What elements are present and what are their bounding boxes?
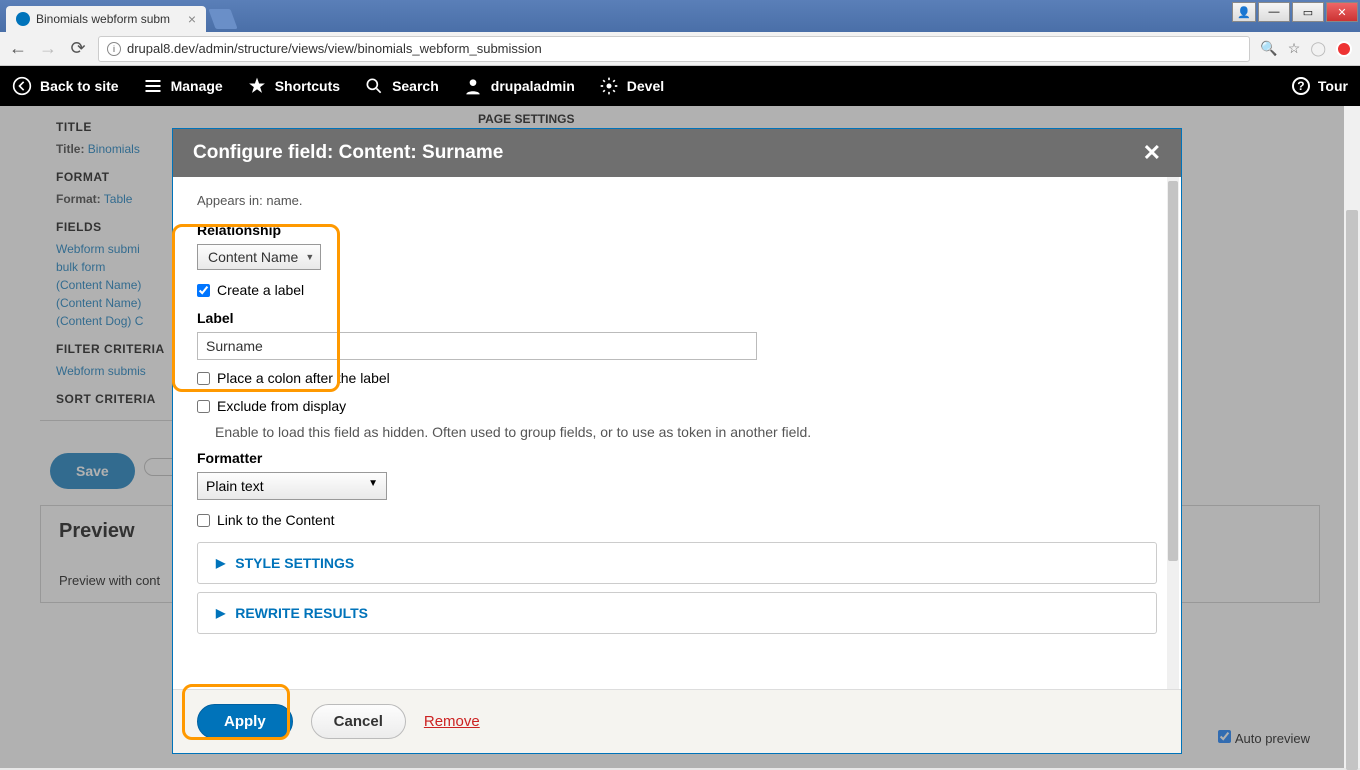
omnibox-icons: 🔍 ☆ ◯ xyxy=(1260,40,1352,57)
browser-tab-strip: Binomials webform subm × xyxy=(0,0,1360,32)
remove-link[interactable]: Remove xyxy=(424,713,480,730)
drupal-toolbar: Back to site Manage Shortcuts Search dru… xyxy=(0,66,1360,106)
search-icon xyxy=(364,76,384,96)
style-settings-fieldset[interactable]: ▶ STYLE SETTINGS xyxy=(197,542,1157,584)
place-colon-checkbox[interactable] xyxy=(197,372,210,385)
formatter-label: Formatter xyxy=(197,450,1157,472)
user-icon xyxy=(463,76,483,96)
exclude-checkbox[interactable] xyxy=(197,400,210,413)
browser-url-bar: ← → ⟳ i drupal8.dev/admin/structure/view… xyxy=(0,32,1360,66)
toolbar-shortcuts[interactable]: Shortcuts xyxy=(247,76,340,96)
label-label: Label xyxy=(197,304,1157,332)
question-icon: ? xyxy=(1292,77,1310,95)
bookmark-star-icon[interactable]: ☆ xyxy=(1288,40,1301,57)
rewrite-results-fieldset[interactable]: ▶ REWRITE RESULTS xyxy=(197,592,1157,634)
link-content-checkbox[interactable] xyxy=(197,514,210,527)
window-close-button[interactable]: ✕ xyxy=(1326,2,1358,22)
toolbar-back-to-site[interactable]: Back to site xyxy=(12,76,119,96)
adblock-icon[interactable] xyxy=(1336,41,1352,57)
url-text: drupal8.dev/admin/structure/views/view/b… xyxy=(127,41,542,56)
window-app-button[interactable]: 👤 xyxy=(1232,2,1256,22)
new-tab-button[interactable] xyxy=(208,9,237,29)
configure-field-modal: Configure field: Content: Surname ✕ Appe… xyxy=(172,128,1182,754)
forward-icon: → xyxy=(38,39,58,59)
toolbar-search[interactable]: Search xyxy=(364,76,439,96)
hamburger-icon xyxy=(143,76,163,96)
site-info-icon[interactable]: i xyxy=(107,42,121,56)
reload-icon[interactable]: ⟳ xyxy=(68,39,88,59)
cancel-button[interactable]: Cancel xyxy=(311,704,406,739)
tab-close-icon[interactable]: × xyxy=(188,11,196,27)
relationship-label: Relationship xyxy=(197,222,1157,244)
triangle-right-icon: ▶ xyxy=(216,556,225,570)
exclude-text: Exclude from display xyxy=(217,398,346,414)
extension-icon[interactable]: ◯ xyxy=(1310,40,1326,57)
toolbar-devel[interactable]: Devel xyxy=(599,76,664,96)
back-icon[interactable]: ← xyxy=(8,39,28,59)
favicon-icon xyxy=(16,12,30,26)
browser-tab[interactable]: Binomials webform subm × xyxy=(6,6,206,32)
modal-footer: Apply Cancel Remove xyxy=(173,689,1181,753)
modal-titlebar: Configure field: Content: Surname ✕ xyxy=(173,129,1181,177)
toolbar-tour[interactable]: ? Tour xyxy=(1292,77,1348,95)
label-input[interactable] xyxy=(197,332,757,360)
relationship-select[interactable]: Content Name xyxy=(197,244,321,270)
modal-title-text: Configure field: Content: Surname xyxy=(193,142,503,164)
page-scrollbar[interactable] xyxy=(1344,106,1360,768)
exclude-help-text: Enable to load this field as hidden. Oft… xyxy=(197,420,1157,450)
toolbar-user[interactable]: drupaladmin xyxy=(463,76,575,96)
omnibox[interactable]: i drupal8.dev/admin/structure/views/view… xyxy=(98,36,1250,62)
modal-close-icon[interactable]: ✕ xyxy=(1143,140,1161,166)
window-maximize-button[interactable]: ▭ xyxy=(1292,2,1324,22)
modal-scrollbar[interactable] xyxy=(1167,177,1179,689)
window-minimize-button[interactable]: — xyxy=(1258,2,1290,22)
window-controls: 👤 — ▭ ✕ xyxy=(1232,0,1360,28)
toolbar-manage[interactable]: Manage xyxy=(143,76,223,96)
tab-title: Binomials webform subm xyxy=(36,12,170,26)
place-colon-text: Place a colon after the label xyxy=(217,370,390,386)
star-icon xyxy=(247,76,267,96)
zoom-icon[interactable]: 🔍 xyxy=(1260,40,1277,57)
triangle-right-icon: ▶ xyxy=(216,606,225,620)
link-content-text: Link to the Content xyxy=(217,512,335,528)
apply-button[interactable]: Apply xyxy=(197,704,293,739)
modal-body: Appears in: name. Relationship Content N… xyxy=(173,177,1181,689)
formatter-select[interactable]: Plain text▼ xyxy=(197,472,387,500)
create-label-text: Create a label xyxy=(217,282,304,298)
appears-in-text: Appears in: name. xyxy=(197,193,1157,222)
arrow-left-circle-icon xyxy=(12,76,32,96)
gear-icon xyxy=(599,76,619,96)
create-label-checkbox[interactable] xyxy=(197,284,210,297)
